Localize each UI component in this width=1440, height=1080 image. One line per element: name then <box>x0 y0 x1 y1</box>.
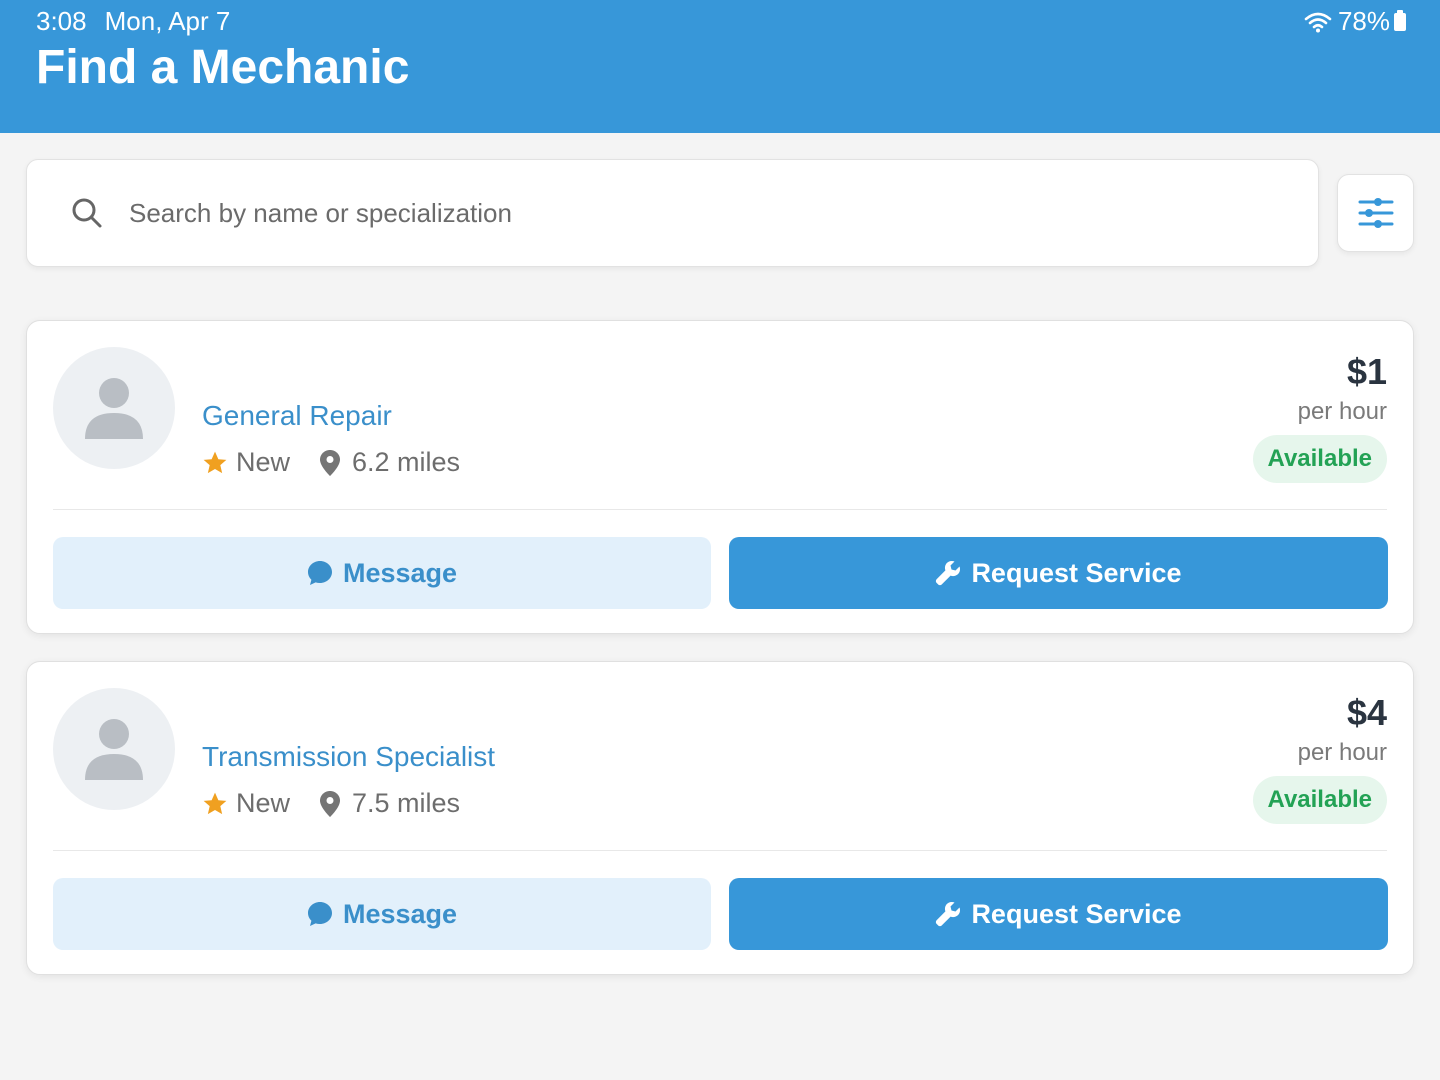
mechanic-name[interactable]: General Repair <box>202 400 392 432</box>
search-input[interactable] <box>129 197 1229 229</box>
distance-text: 6.2 miles <box>352 447 461 477</box>
star-icon <box>203 451 227 473</box>
wifi-icon <box>1304 12 1332 32</box>
status-bar-clock: 3:08 Mon, Apr 7 <box>36 6 230 37</box>
price: $1 <box>1346 351 1387 392</box>
map-pin-icon <box>320 449 341 476</box>
mechanic-card[interactable]: Transmission Specialist New 7.5 miles $4… <box>26 661 1414 975</box>
chat-bubble-icon <box>307 902 332 926</box>
avatar <box>53 347 175 469</box>
sliders-icon <box>1358 198 1393 228</box>
person-icon <box>85 719 143 780</box>
mechanic-meta: New 7.5 miles <box>202 788 460 819</box>
rating-text: New <box>236 788 291 818</box>
search-bar[interactable] <box>26 159 1319 267</box>
rating-text: New <box>236 447 291 477</box>
message-button-label: Message <box>342 557 458 588</box>
request-service-label: Request Service <box>971 898 1182 929</box>
message-button[interactable]: Message <box>53 537 711 609</box>
chat-bubble-icon <box>307 561 332 585</box>
battery-percentage: 78% <box>1337 6 1390 36</box>
divider <box>53 509 1387 510</box>
message-button[interactable]: Message <box>53 878 711 950</box>
mechanic-meta: New 6.2 miles <box>202 447 460 478</box>
status-badge: Available <box>1252 435 1387 483</box>
star-icon <box>203 792 227 814</box>
page-title: Find a Mechanic <box>36 41 410 94</box>
search-icon <box>72 198 102 228</box>
status-badge: Available <box>1252 776 1387 824</box>
filter-button[interactable] <box>1337 174 1414 252</box>
status-time: 3:08 <box>36 6 87 36</box>
wrench-icon <box>936 901 961 927</box>
mechanic-card[interactable]: General Repair New 6.2 miles $1 per hour… <box>26 320 1414 634</box>
price-unit: per hour <box>1297 398 1387 425</box>
distance-text: 7.5 miles <box>352 788 461 818</box>
battery-icon <box>1394 9 1406 31</box>
person-icon <box>85 378 143 439</box>
request-service-button[interactable]: Request Service <box>729 537 1388 609</box>
app-header: 3:08 Mon, Apr 7 78% Find a Mechanic <box>0 0 1440 133</box>
message-button-label: Message <box>342 898 458 929</box>
map-pin-icon <box>320 790 341 817</box>
divider <box>53 850 1387 851</box>
avatar <box>53 688 175 810</box>
price-unit: per hour <box>1297 739 1387 766</box>
mechanic-name[interactable]: Transmission Specialist <box>202 741 495 773</box>
status-bar-indicators: 78% <box>1304 6 1406 37</box>
wrench-icon <box>936 560 961 586</box>
request-service-button[interactable]: Request Service <box>729 878 1388 950</box>
request-service-label: Request Service <box>971 557 1182 588</box>
status-date: Mon, Apr 7 <box>104 6 231 36</box>
price: $4 <box>1346 692 1387 733</box>
